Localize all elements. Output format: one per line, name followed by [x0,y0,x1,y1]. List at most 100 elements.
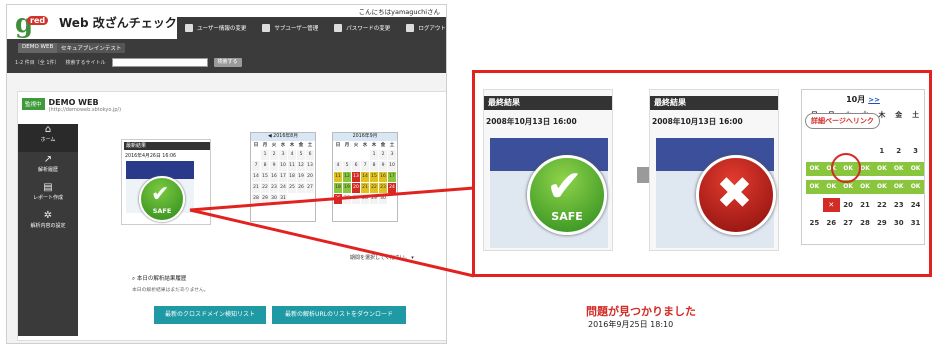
calendar-day[interactable]: 19 [343,183,351,193]
calendar-day[interactable]: 22 [873,198,890,212]
calendar-day-ok[interactable]: OK [806,162,823,176]
calendar-day[interactable]: 10 [388,161,396,171]
calendar-day[interactable]: 28 [361,194,369,204]
calendar-day-ok[interactable]: OK [873,180,891,194]
calendar-day-ok[interactable]: OK [822,180,840,194]
calendar-day[interactable]: 20 [306,172,314,182]
calendar-day[interactable]: 1 [261,150,269,160]
calendar-day[interactable]: 16 [379,172,387,182]
calendar-day[interactable]: 6 [306,150,314,160]
calendar-day[interactable]: 24 [388,183,396,193]
calendar-day[interactable]: 12 [343,172,351,182]
calendar-day[interactable]: 14 [252,172,260,182]
calendar-day-ok[interactable]: OK [890,162,908,176]
calendar-day[interactable]: 27 [352,194,360,204]
calendar-day[interactable]: 20 [840,198,857,212]
search-button[interactable]: 検索する [213,58,242,67]
calendar-day[interactable]: 26 [343,194,351,204]
calendar-day[interactable]: 28 [252,194,260,204]
calendar-day[interactable]: 17 [388,172,396,182]
calendar-day[interactable]: 5 [297,150,305,160]
calendar-day[interactable]: 1 [873,144,890,158]
calendar-day[interactable]: 12 [297,161,305,171]
calendar-day-ok[interactable]: OK [873,162,891,176]
calendar-day[interactable]: 30 [890,216,907,230]
sidenav-item-history[interactable]: ↗ 解析履歴 [18,154,78,182]
nav-user-info[interactable]: ユーザー情報の変更 [177,24,254,32]
calendar-day[interactable]: 21 [857,198,874,212]
calendar-day[interactable]: 15 [370,172,378,182]
calendar-day[interactable]: 18 [334,183,342,193]
period-select[interactable]: 期間を選択してください。 ▾ [350,254,414,261]
calendar-day[interactable]: 22 [261,183,269,193]
calendar-day[interactable]: 2 [270,150,278,160]
calendar-day[interactable]: 23 [270,183,278,193]
nav-logout[interactable]: ログアウト [398,24,446,32]
calendar-day-ok[interactable]: OK [806,180,823,194]
calendar-day[interactable]: 30 [270,194,278,204]
calendar-day[interactable]: 6 [352,161,360,171]
calendar-day[interactable]: 8 [370,161,378,171]
calendar-day[interactable]: 9 [379,161,387,171]
site-url[interactable]: (http://demoweb.sbtokyo.jp/) [49,107,122,113]
calendar-day[interactable]: 4 [288,150,296,160]
calendar-day-ok[interactable]: OK [907,180,924,194]
sidenav-item-report[interactable]: ▤ レポート作成 [18,182,78,210]
calendar-day[interactable]: 27 [306,183,314,193]
calendar-day[interactable]: 27 [840,216,857,230]
calendar-day[interactable]: 2 [890,144,907,158]
calendar-day[interactable]: 26 [823,216,840,230]
nav-subuser[interactable]: サブユーザー管理 [254,24,326,32]
calendar-1-title[interactable]: ◀ 2016年8月 [251,133,315,141]
cross-domain-list-button[interactable]: 最新のクロスドメイン検知リスト [154,306,266,324]
calendar-day[interactable]: 16 [270,172,278,182]
calendar-day[interactable]: 25 [334,194,342,204]
site-filter-input[interactable] [111,58,208,67]
calendar-day[interactable]: 15 [261,172,269,182]
calendar-day[interactable]: 4 [334,161,342,171]
calendar-day[interactable]: 26 [297,183,305,193]
calendar-day[interactable]: 24 [907,198,924,212]
calendar-day[interactable]: 17 [279,172,287,182]
calendar-day[interactable]: 28 [857,216,874,230]
calendar-day[interactable]: 2 [379,150,387,160]
calendar-day[interactable]: 10 [279,161,287,171]
calendar-day[interactable]: 29 [370,194,378,204]
sidenav-item-settings[interactable]: ✲ 解析内容の設定 [18,210,78,238]
calendar-day[interactable]: 29 [261,194,269,204]
calendar-day[interactable]: 3 [388,150,396,160]
download-url-list-button[interactable]: 最新の解析URLのリストをダウンロード [272,306,406,324]
calendar-day[interactable]: 19 [297,172,305,182]
calendar-day-ok[interactable]: OK [890,180,908,194]
calendar-day[interactable]: 25 [288,183,296,193]
nav-password[interactable]: パスワードの変更 [326,24,398,32]
calendar-day[interactable]: 21 [252,183,260,193]
calendar-day[interactable]: 29 [873,216,890,230]
calendar-day[interactable]: 14 [361,172,369,182]
calendar-day[interactable]: 23 [379,183,387,193]
calendar-day-ok[interactable]: OK [856,180,874,194]
calendar-day[interactable]: 31 [279,194,287,204]
calendar-day[interactable]: 1 [370,150,378,160]
calendar-day[interactable]: 18 [288,172,296,182]
calendar-day[interactable]: 8 [261,161,269,171]
calendar-day[interactable]: 3 [907,144,924,158]
detail-link-bubble[interactable]: 詳細ページへリンク [805,113,880,129]
calendar-day[interactable]: 3 [279,150,287,160]
next-month-link[interactable]: >> [868,96,880,104]
tab-securebrain-test[interactable]: セキュアブレインテスト [57,43,126,53]
calendar-day[interactable]: 23 [890,198,907,212]
calendar-day[interactable]: 7 [252,161,260,171]
calendar-day-error[interactable]: ✕ [822,198,840,212]
calendar-day[interactable]: 24 [279,183,287,193]
sidenav-item-home[interactable]: ⌂ ホーム [18,124,78,152]
tab-demo-web[interactable]: DEMO WEB [18,43,58,53]
calendar-day[interactable]: 30 [379,194,387,204]
calendar-day[interactable]: 20 [352,183,360,193]
calendar-day[interactable]: 25 [806,216,823,230]
calendar-day[interactable]: 5 [343,161,351,171]
calendar-day[interactable]: 11 [334,172,342,182]
calendar-day[interactable]: 21 [361,183,369,193]
calendar-day[interactable]: 31 [907,216,924,230]
calendar-day-ok[interactable]: OK [907,162,924,176]
